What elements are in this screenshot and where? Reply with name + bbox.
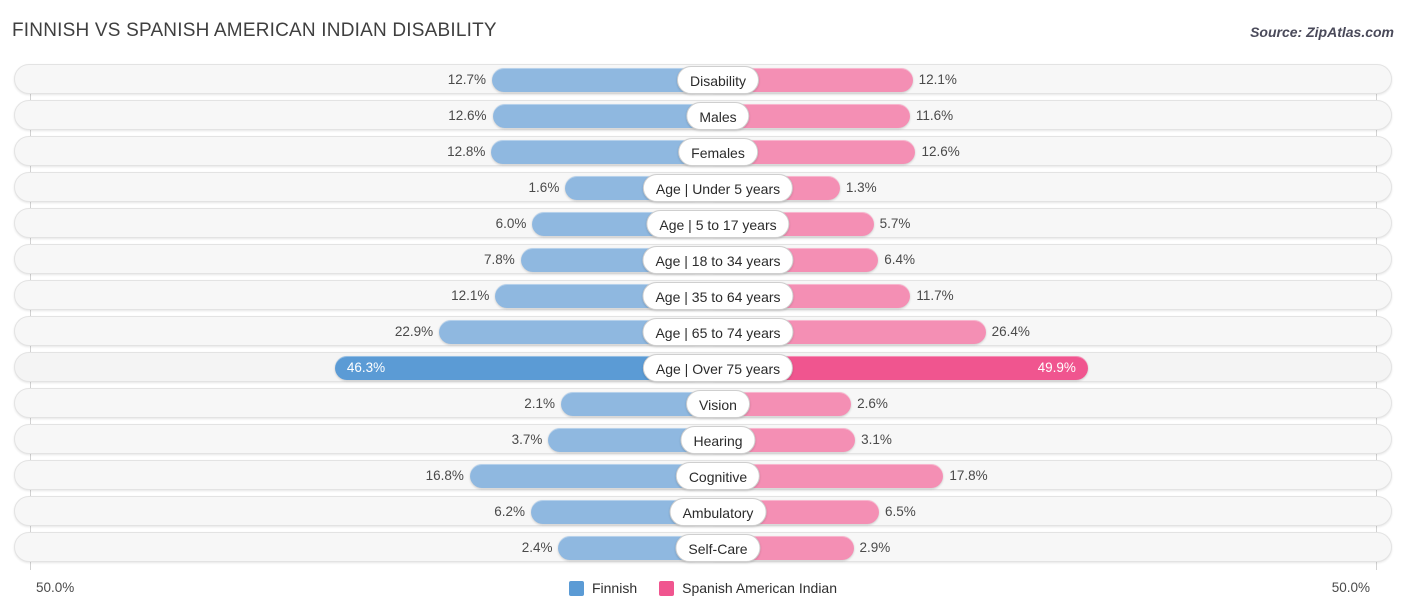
value-label-finnish: 6.2% bbox=[494, 504, 526, 519]
legend-swatch-icon bbox=[659, 580, 675, 596]
value-label-spanish-american-indian: 6.5% bbox=[884, 504, 916, 519]
category-label-pill[interactable]: Ambulatory bbox=[669, 498, 767, 526]
bar-finnish bbox=[469, 464, 704, 488]
source-attribution: Source: ZipAtlas.com bbox=[1250, 24, 1394, 40]
value-label-spanish-american-indian: 11.7% bbox=[916, 288, 954, 303]
value-label-spanish-american-indian: 5.7% bbox=[879, 216, 911, 231]
value-label-finnish: 3.7% bbox=[511, 432, 543, 447]
bar-finnish bbox=[560, 392, 704, 416]
value-label-spanish-american-indian: 11.6% bbox=[915, 108, 954, 123]
value-label-finnish: 12.7% bbox=[447, 72, 486, 87]
value-label-spanish-american-indian: 12.1% bbox=[918, 72, 957, 87]
table-row[interactable]: 6.2% 6.5% Ambulatory bbox=[14, 496, 1392, 526]
bar-finnish bbox=[491, 68, 704, 92]
table-row[interactable]: 22.9% 26.4% Age | 65 to 74 years bbox=[14, 316, 1392, 346]
table-row[interactable]: 12.6% 11.6% Males bbox=[14, 100, 1392, 130]
chart-header: FINNISH VS SPANISH AMERICAN INDIAN DISAB… bbox=[0, 0, 1406, 58]
value-label-finnish: 12.8% bbox=[447, 144, 486, 159]
value-label-finnish: 2.4% bbox=[521, 540, 553, 555]
legend-swatch-icon bbox=[568, 580, 584, 596]
value-label-spanish-american-indian: 6.4% bbox=[884, 252, 916, 267]
value-label-spanish-american-indian: 3.1% bbox=[861, 432, 892, 447]
category-label-pill[interactable]: Self-Care bbox=[675, 534, 761, 562]
table-row[interactable]: 6.0% 5.7% Age | 5 to 17 years bbox=[14, 208, 1392, 238]
category-label-pill[interactable]: Cognitive bbox=[675, 462, 761, 490]
table-row[interactable]: 46.3% 49.9% Age | Over 75 years bbox=[14, 352, 1392, 382]
value-label-finnish: 7.8% bbox=[483, 252, 515, 267]
legend-label: Finnish bbox=[591, 580, 638, 596]
category-label-pill[interactable]: Disability bbox=[676, 66, 760, 94]
value-label-finnish: 22.9% bbox=[394, 324, 434, 339]
value-label-finnish: 2.1% bbox=[524, 396, 555, 411]
category-label-pill[interactable]: Vision bbox=[686, 390, 750, 418]
table-row[interactable]: 12.1% 11.7% Age | 35 to 64 years bbox=[14, 280, 1392, 310]
value-label-spanish-american-indian: 17.8% bbox=[949, 468, 988, 483]
table-row[interactable]: 1.6% 1.3% Age | Under 5 years bbox=[14, 172, 1392, 202]
table-row[interactable]: 7.8% 6.4% Age | 18 to 34 years bbox=[14, 244, 1392, 274]
bar-finnish bbox=[492, 104, 704, 128]
table-row[interactable]: 12.7% 12.1% Disability bbox=[14, 64, 1392, 94]
value-label-finnish: 1.6% bbox=[528, 180, 560, 195]
page-title: FINNISH VS SPANISH AMERICAN INDIAN DISAB… bbox=[12, 20, 497, 41]
value-label-spanish-american-indian: 2.9% bbox=[859, 540, 891, 555]
category-label-pill[interactable]: Females bbox=[678, 138, 758, 166]
value-label-finnish: 12.1% bbox=[451, 288, 490, 303]
legend-label: Spanish American Indian bbox=[682, 580, 837, 596]
table-row[interactable]: 2.1% 2.6% Vision bbox=[14, 388, 1392, 418]
category-label-pill[interactable]: Age | 18 to 34 years bbox=[642, 246, 794, 274]
chart-legend: Finnish Spanish American Indian bbox=[0, 580, 1406, 596]
category-label-pill[interactable]: Hearing bbox=[680, 426, 756, 454]
value-label-spanish-american-indian: 12.6% bbox=[921, 144, 960, 159]
table-row[interactable]: 16.8% 17.8% Cognitive bbox=[14, 460, 1392, 490]
category-label-pill[interactable]: Age | 5 to 17 years bbox=[646, 210, 790, 238]
chart-footer: 50.0% Finnish Spanish American Indian 50.… bbox=[0, 576, 1406, 612]
category-label-pill[interactable]: Age | Under 5 years bbox=[642, 174, 794, 202]
category-label-pill[interactable]: Age | Over 75 years bbox=[642, 354, 794, 382]
value-label-finnish: 6.0% bbox=[495, 216, 527, 231]
bar-finnish bbox=[491, 140, 704, 164]
category-label-pill[interactable]: Age | 65 to 74 years bbox=[642, 318, 794, 346]
diverging-bar-chart: 12.7% 12.1% Disability 12.6% 11.6% Males 12.8%… bbox=[0, 58, 1406, 576]
legend-item[interactable]: Spanish American Indian bbox=[659, 580, 837, 596]
value-label-finnish: 16.8% bbox=[425, 468, 464, 483]
category-label-pill[interactable]: Males bbox=[686, 102, 750, 130]
value-label-spanish-american-indian: 2.6% bbox=[857, 396, 888, 411]
table-row[interactable]: 3.7% 3.1% Hearing bbox=[14, 424, 1392, 454]
value-label-spanish-american-indian: 26.4% bbox=[991, 324, 1030, 339]
value-label-finnish: 12.6% bbox=[448, 108, 487, 123]
table-row[interactable]: 2.4% 2.9% Self-Care bbox=[14, 532, 1392, 562]
legend-item[interactable]: Finnish bbox=[568, 580, 638, 596]
value-label-spanish-american-indian: 49.9% bbox=[1037, 360, 1076, 375]
value-label-finnish: 46.3% bbox=[346, 360, 386, 375]
axis-max-right: 50.0% bbox=[1331, 580, 1370, 595]
table-row[interactable]: 12.8% 12.6% Females bbox=[14, 136, 1392, 166]
category-label-pill[interactable]: Age | 35 to 64 years bbox=[642, 282, 794, 310]
value-label-spanish-american-indian: 1.3% bbox=[845, 180, 877, 195]
